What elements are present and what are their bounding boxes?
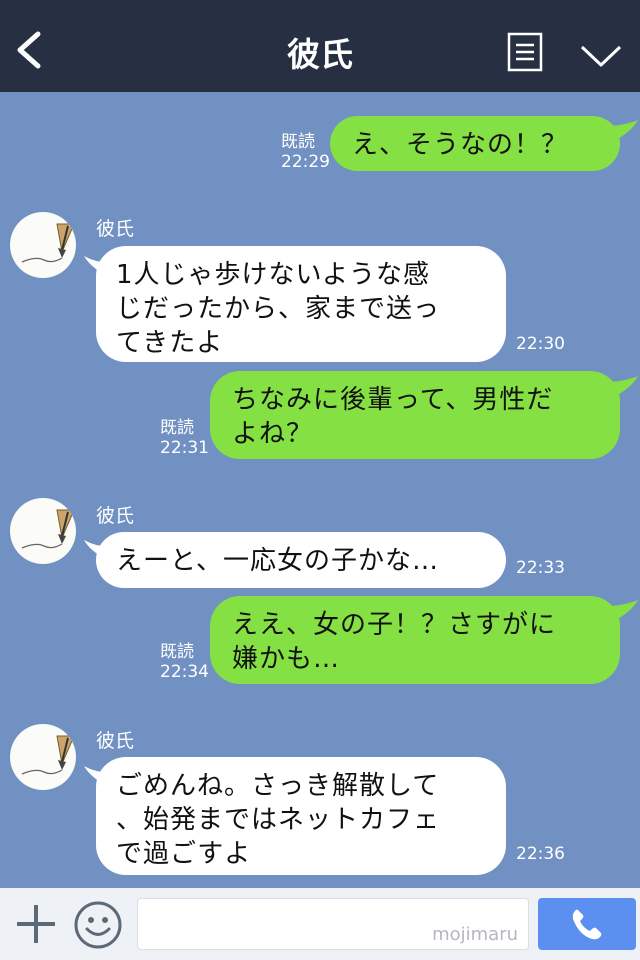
avatar[interactable] (10, 212, 76, 278)
bubble-tail (604, 600, 638, 624)
message-bubble[interactable]: ごめんね。さっき解散して 、始発まではネットカフェ で過ごすよ (96, 757, 506, 875)
avatar[interactable] (10, 498, 76, 564)
chevron-down-icon[interactable] (580, 44, 622, 68)
message-bubble[interactable]: ええ、女の子！？さすがに 嫌かも… (210, 596, 620, 684)
message-time: 22:31 (160, 438, 209, 458)
sender-name: 彼氏 (96, 505, 135, 527)
watermark: mojimaru (432, 924, 518, 945)
smiley-icon[interactable] (73, 900, 123, 950)
message-time: 22:33 (516, 558, 565, 578)
sender-name: 彼氏 (96, 730, 135, 752)
message-bubble[interactable]: 1人じゃ歩けないような感 じだったから、家まで送っ てきたよ (96, 246, 506, 362)
chat-header: 彼氏 (0, 0, 640, 92)
chat-area[interactable]: 既読 22:29 え、そうなの！？ 彼氏 1人じゃ歩けないような感 じだったから… (0, 92, 640, 888)
message-time: 22:30 (516, 334, 565, 354)
message-input[interactable]: mojimaru (137, 898, 529, 950)
plus-icon[interactable] (14, 902, 58, 946)
phone-icon (572, 909, 602, 940)
read-receipt: 既読 22:34 (160, 642, 209, 682)
read-receipt: 既読 22:29 (281, 132, 330, 172)
message-time: 22:36 (516, 844, 565, 864)
bubble-tail (604, 376, 638, 400)
call-button[interactable] (538, 898, 636, 950)
menu-list-icon[interactable] (507, 32, 543, 72)
sender-name: 彼氏 (96, 218, 135, 240)
read-receipt: 既読 22:31 (160, 418, 209, 458)
message-time: 22:29 (281, 152, 330, 172)
bubble-tail (604, 120, 638, 144)
avatar[interactable] (10, 724, 76, 790)
chat-title: 彼氏 (287, 35, 353, 74)
message-time: 22:34 (160, 662, 209, 682)
message-bubble[interactable]: ちなみに後輩って、男性だ よね？ (210, 371, 620, 459)
message-bubble[interactable]: え、そうなの！？ (330, 116, 620, 171)
message-bubble[interactable]: えーと、一応女の子かな… (96, 532, 506, 588)
